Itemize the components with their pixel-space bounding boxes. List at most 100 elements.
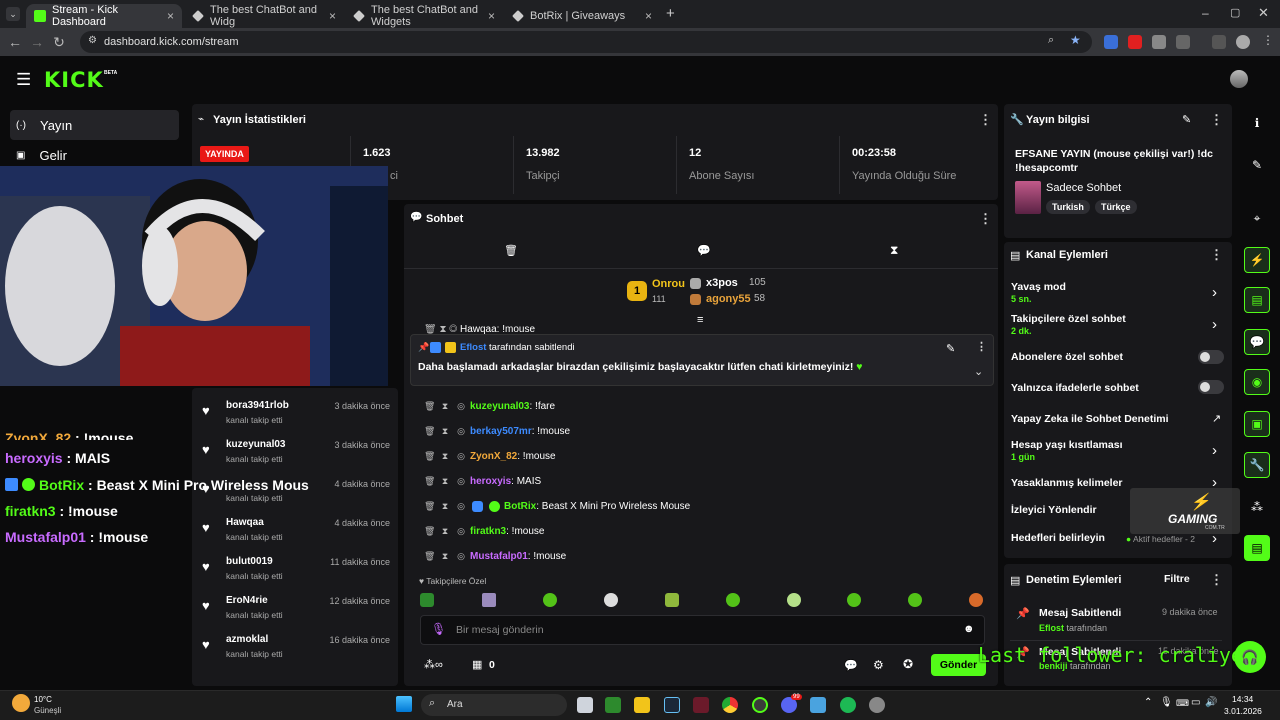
moderation-menu-icon[interactable]: ⋮ (1210, 572, 1223, 588)
category-name[interactable]: Sadece Sohbet (1046, 182, 1121, 194)
chat-message[interactable]: 🗑 ⧗ ◎ firatkn3: !mouse (424, 523, 544, 539)
task-view-icon[interactable] (577, 697, 593, 713)
document-icon[interactable]: ▤ (1244, 287, 1270, 313)
emote-icon[interactable] (787, 593, 801, 607)
mod-tools-icon[interactable]: ✪ (903, 657, 913, 671)
volume-tray-icon[interactable]: 🔊 (1205, 697, 1217, 708)
zoom-icon[interactable]: ⌕ (1048, 34, 1054, 47)
start-icon[interactable] (396, 696, 412, 712)
steam-icon[interactable] (664, 697, 680, 713)
timeout-icon[interactable]: ⧗ (440, 401, 450, 412)
chat-message[interactable]: 🗑 ⧗ ◎ berkay507mr: !mouse (424, 423, 570, 439)
xbox-app-icon[interactable] (605, 697, 621, 713)
chat-settings-icon[interactable]: ⚙ (873, 658, 884, 672)
wrench-icon[interactable]: 🔧 (1244, 452, 1270, 478)
focus-icon[interactable]: ⌖ (1244, 205, 1270, 231)
delete-message-icon[interactable]: 🗑 (424, 551, 435, 562)
minimize-window-button[interactable]: – (1202, 6, 1209, 20)
store-icon[interactable]: ▦ (472, 658, 482, 671)
timeout-icon[interactable]: ⧗ (440, 451, 450, 462)
delete-message-icon[interactable]: 🗑 (424, 401, 435, 412)
ban-icon[interactable]: ◎ (456, 426, 466, 437)
timeout-icon[interactable]: ⧗ (440, 476, 450, 487)
emote-icon[interactable] (665, 593, 679, 607)
ban-icon[interactable]: ◎ (456, 476, 466, 487)
trash-tab-icon[interactable]: 🗑 (504, 244, 518, 257)
chat-icon[interactable]: 💬 (1244, 329, 1270, 355)
emoji-icon[interactable]: ☻ (963, 623, 975, 635)
followers-only-label[interactable]: Takipçilere özel sohbet (1011, 313, 1126, 325)
tag-chip[interactable]: Türkçe (1095, 200, 1137, 214)
follower-row[interactable]: ♥ azmoklal kanalı takip etti 16 dakika önce (202, 632, 390, 668)
collapse-leaderboard-icon[interactable]: ≡ (697, 314, 703, 326)
chat-message[interactable]: 🗑 ⧗ ◎ ZyonX_82: !mouse (424, 448, 556, 464)
stats-menu-icon[interactable]: ⋮ (979, 112, 992, 128)
ban-icon[interactable]: ◎ (456, 401, 466, 412)
reload-icon[interactable]: ↻ (48, 34, 70, 51)
chat-message[interactable]: 🗑 ⧗ ◎ heroxyis: MAIS (424, 473, 541, 489)
chevron-right-icon[interactable]: › (1212, 316, 1217, 333)
filter-button[interactable]: Filtre (1164, 573, 1190, 585)
ban-icon[interactable]: ◎ (456, 501, 466, 512)
tag-chip[interactable]: Turkish (1046, 200, 1090, 214)
follower-row[interactable]: ♥ bulut0019 kanalı takip etti 11 dakika önc… (202, 554, 390, 590)
follower-row[interactable]: ♥ EroN4rie kanalı takip etti 12 dakika önce (202, 593, 390, 629)
ban-icon[interactable]: ◎ (456, 551, 466, 562)
emote-icon[interactable] (543, 593, 557, 607)
extension-icon[interactable] (1104, 35, 1118, 49)
close-tab-icon[interactable]: × (329, 9, 336, 23)
unpin-icon[interactable]: ✎ (946, 342, 955, 355)
close-tab-icon[interactable]: × (488, 9, 495, 23)
bolt-icon[interactable]: ⚡ (1244, 247, 1270, 273)
mic-icon[interactable]: 🎙 (431, 622, 446, 636)
chevron-right-icon[interactable]: › (1212, 442, 1217, 459)
tab-botrix-giveaways[interactable]: BotRix | Giveaways × (504, 4, 660, 28)
maximize-window-button[interactable]: ▢ (1230, 6, 1240, 19)
emotes-only-toggle[interactable] (1198, 380, 1224, 394)
info-menu-icon[interactable]: ⋮ (1210, 112, 1223, 128)
taskbar-search[interactable]: ⌕ Ara (421, 694, 567, 716)
tab-chatbot-1[interactable]: The best ChatBot and Widg × (184, 4, 344, 28)
age-restriction-label[interactable]: Hesap yaşı kısıtlaması (1011, 439, 1123, 451)
user-avatar[interactable] (1230, 70, 1248, 88)
clock-time[interactable]: 14:34 (1232, 694, 1253, 704)
hamburger-menu-icon[interactable]: ☰ (16, 70, 31, 90)
app-icon[interactable] (810, 697, 826, 713)
stack-icon[interactable]: ▣ (1244, 411, 1270, 437)
app-icon[interactable] (752, 697, 768, 713)
site-info-icon[interactable]: ⚙ (88, 35, 97, 46)
network-tray-icon[interactable]: ▭ (1191, 697, 1200, 708)
emote-icon[interactable] (908, 593, 922, 607)
delete-message-icon[interactable]: 🗑 (424, 451, 435, 462)
app-icon[interactable] (693, 697, 709, 713)
language-tray-icon[interactable]: ⌨ (1176, 698, 1189, 709)
nav-item-stream[interactable]: (·) Yayın (10, 110, 179, 140)
chat-message[interactable]: 🗑 ⧗ ◎ BotRix: Beast X Mini Pro Wireless Mou… (424, 498, 690, 514)
timeout-icon[interactable]: ⧗ (440, 426, 450, 437)
mic-tray-icon[interactable]: 🎙 (1160, 697, 1173, 708)
goals-label[interactable]: Hedefleri belirleyin (1011, 532, 1105, 544)
follower-row[interactable]: ♥ Hawqaa kanalı takip etti 4 dakika önce (202, 515, 390, 551)
pencil-icon[interactable]: ✎ (1244, 152, 1270, 178)
follower-row[interactable]: ♥ bora3941rlob kanalı takip etti 3 dakika ö… (202, 398, 390, 434)
subs-only-toggle[interactable] (1198, 350, 1224, 364)
chrome-icon[interactable] (722, 697, 738, 713)
delete-message-icon[interactable]: 🗑 (424, 526, 435, 537)
emote-icon[interactable] (969, 593, 983, 607)
info-icon[interactable]: ℹ (1244, 110, 1270, 136)
apps-icon[interactable]: ⁂ (1244, 494, 1270, 520)
chat-menu-icon[interactable]: ⋮ (979, 211, 992, 227)
delete-message-icon[interactable]: 🗑 (424, 501, 435, 512)
media-control-icon[interactable] (1212, 35, 1226, 49)
support-chat-icon[interactable]: 🎧 (1234, 641, 1266, 673)
chat-users-icon[interactable]: 💬 (844, 659, 858, 672)
broadcast-icon[interactable]: ◉ (1244, 369, 1270, 395)
tray-chevron-icon[interactable]: ⌃ (1144, 697, 1152, 708)
back-icon[interactable]: ← (4, 34, 26, 50)
kick-logo[interactable]: KICK (44, 68, 104, 92)
chevron-right-icon[interactable]: › (1212, 284, 1217, 301)
shield-extension-icon[interactable] (1152, 35, 1166, 49)
emote-icon[interactable] (482, 593, 496, 607)
timeout-icon[interactable]: ⧗ (440, 551, 450, 562)
timeout-icon[interactable]: ⧗ (440, 501, 450, 512)
